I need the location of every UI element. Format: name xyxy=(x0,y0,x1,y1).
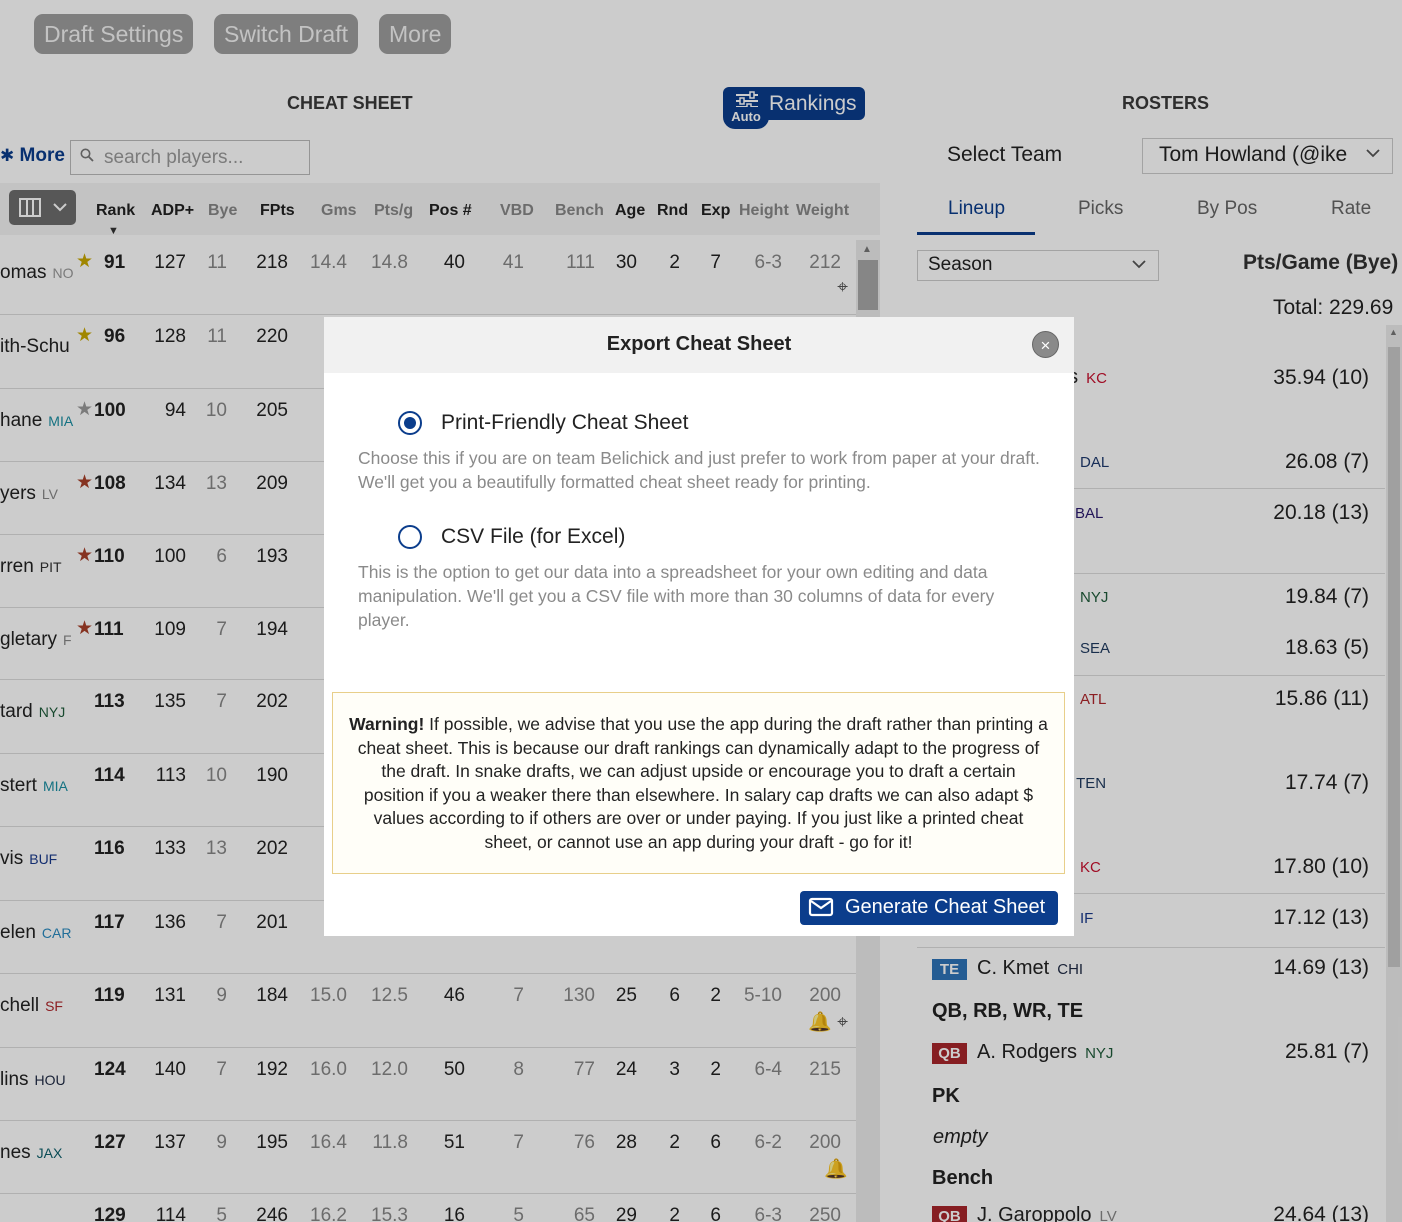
print-friendly-radio[interactable] xyxy=(398,411,422,435)
envelope-icon xyxy=(808,897,834,917)
csv-file-radio[interactable] xyxy=(398,525,422,549)
print-friendly-description: Choose this if you are on team Belichick… xyxy=(358,448,1040,492)
generate-cheat-sheet-button[interactable]: Generate Cheat Sheet xyxy=(800,891,1058,925)
csv-file-label[interactable]: CSV File (for Excel) xyxy=(441,525,625,549)
generate-label: Generate Cheat Sheet xyxy=(845,896,1046,918)
close-icon: × xyxy=(1040,336,1051,355)
csv-file-description: This is the option to get our data into … xyxy=(358,562,995,630)
warning-text: If possible, we advise that you use the … xyxy=(357,714,1048,852)
warning-box: Warning! If possible, we advise that you… xyxy=(332,692,1065,874)
print-friendly-label[interactable]: Print-Friendly Cheat Sheet xyxy=(441,411,688,435)
export-cheat-sheet-modal: Export Cheat Sheet × Print-Friendly Chea… xyxy=(324,317,1074,936)
modal-header: Export Cheat Sheet × xyxy=(324,317,1074,373)
close-button[interactable]: × xyxy=(1032,331,1059,358)
modal-title: Export Cheat Sheet xyxy=(606,333,792,355)
warning-label: Warning! xyxy=(349,714,425,734)
